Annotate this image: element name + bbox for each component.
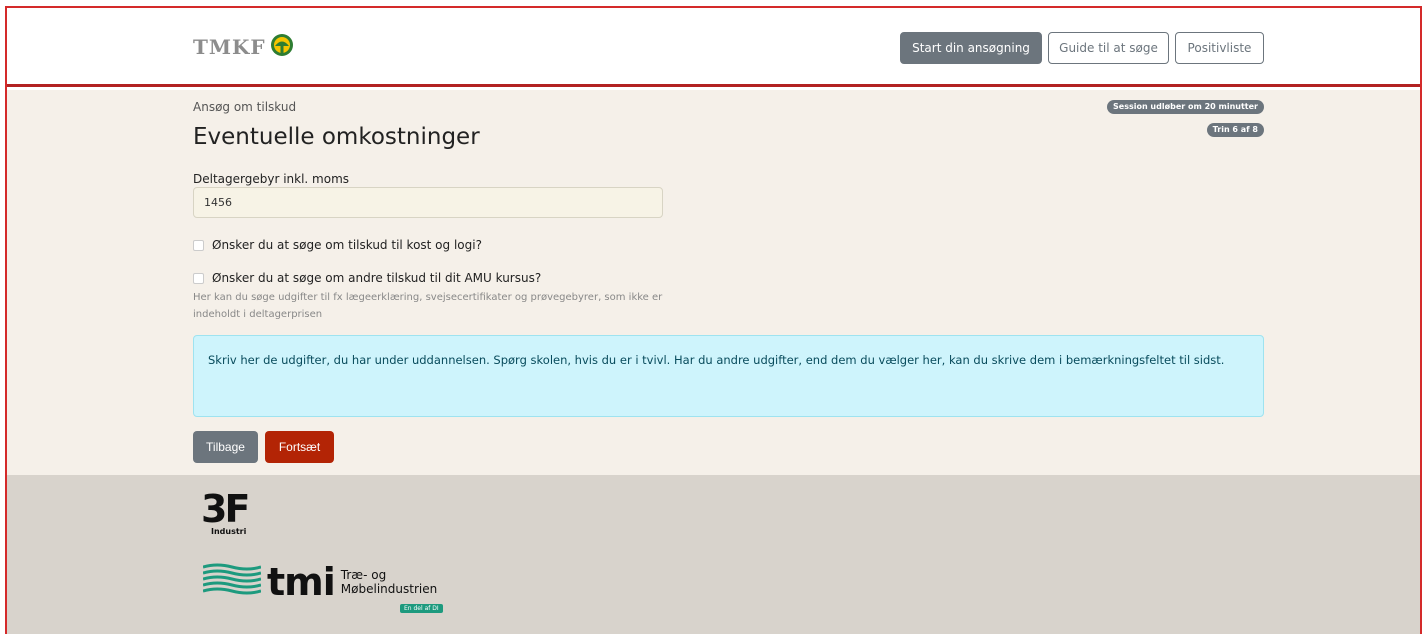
site-header: TMKF Start din ansøgning Guide til at sø…	[7, 8, 1420, 87]
di-tag: En del af DI	[400, 604, 443, 613]
positive-list-button[interactable]: Positivliste	[1175, 32, 1264, 64]
fee-label: Deltagergebyr inkl. moms	[193, 172, 350, 186]
kost-logi-label: Ønsker du at søge om tilskud til kost og…	[212, 238, 482, 252]
session-badge: Session udløber om 20 minutter	[1107, 100, 1264, 114]
page-subtitle: Ansøg om tilskud	[193, 100, 297, 114]
tmi-subtitle-line2: Møbelindustrien	[340, 582, 438, 596]
continue-button[interactable]: Fortsæt	[265, 431, 334, 463]
kost-logi-checkbox[interactable]	[193, 239, 204, 251]
tmi-waves-icon	[202, 563, 262, 601]
3f-logo-text: 3F	[201, 487, 250, 531]
logo-text: TMKF	[193, 35, 266, 59]
3f-logo-subtext: Industri	[211, 527, 247, 536]
tree-logo-icon	[270, 33, 294, 61]
guide-button[interactable]: Guide til at søge	[1048, 32, 1169, 64]
fee-input[interactable]	[193, 187, 663, 218]
3f-industri-logo: 3F Industri	[201, 487, 250, 536]
other-subsidy-checkbox-row[interactable]: Ønsker du at søge om andre tilskud til d…	[193, 271, 541, 285]
start-application-button[interactable]: Start din ansøgning	[900, 32, 1042, 64]
tmi-logo: tmi Træ- og Møbelindustrien En del af DI	[202, 560, 443, 613]
site-footer: 3F Industri tmi Træ- og Møbelindustrien …	[7, 475, 1420, 634]
other-subsidy-checkbox[interactable]	[193, 272, 204, 284]
other-subsidy-label: Ønsker du at søge om andre tilskud til d…	[212, 271, 542, 285]
tmi-logo-subtitle: Træ- og Møbelindustrien	[341, 568, 437, 596]
step-badge: Trin 6 af 8	[1206, 123, 1264, 137]
tmkf-logo[interactable]: TMKF	[193, 33, 294, 61]
info-alert: Skriv her de udgifter, du har under udda…	[193, 335, 1264, 417]
page-title: Eventuelle omkostninger	[193, 124, 480, 150]
tmi-logo-text: tmi	[267, 560, 336, 604]
page-frame: TMKF Start din ansøgning Guide til at sø…	[5, 6, 1422, 634]
kost-logi-checkbox-row[interactable]: Ønsker du at søge om tilskud til kost og…	[193, 238, 482, 252]
main-content: Ansøg om tilskud Eventuelle omkostninger…	[7, 90, 1420, 475]
other-subsidy-help-text: Her kan du søge udgifter til fx lægeerkl…	[193, 292, 663, 320]
back-button[interactable]: Tilbage	[193, 431, 258, 463]
tmi-subtitle-line1: Træ- og	[340, 568, 387, 582]
